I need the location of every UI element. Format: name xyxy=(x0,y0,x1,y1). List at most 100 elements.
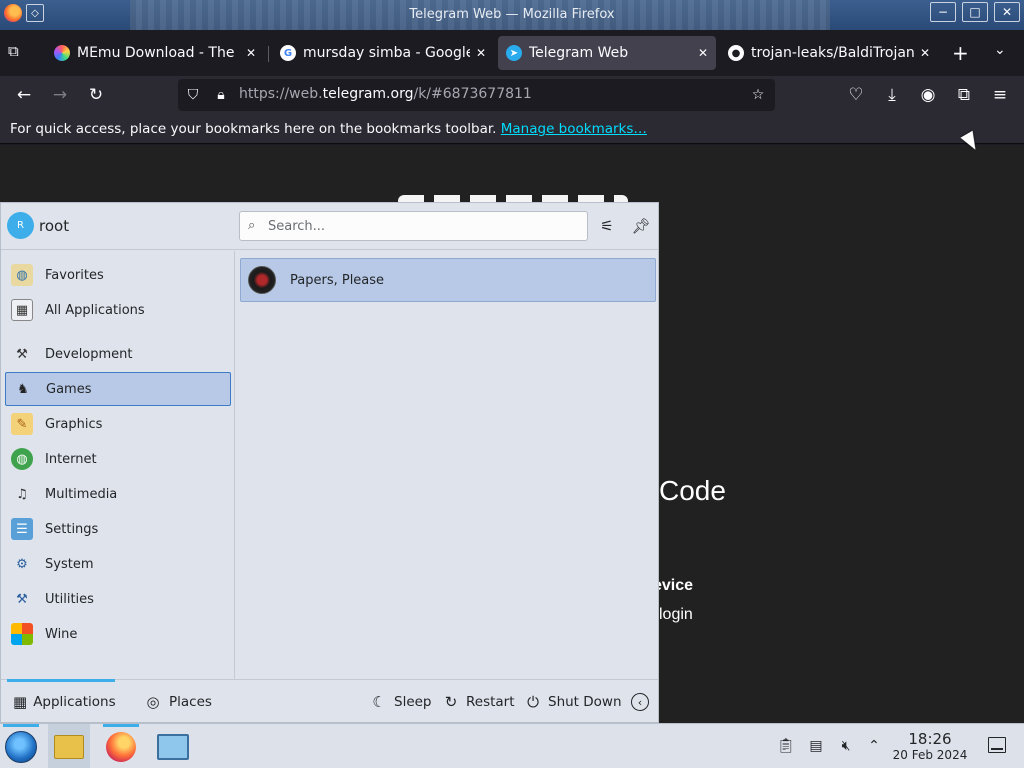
search-input[interactable] xyxy=(268,216,578,236)
utilities-icon: ⚒ xyxy=(16,591,28,607)
restart-icon: ↻ xyxy=(444,693,458,711)
firefox-view-button[interactable]: ⧉ xyxy=(8,42,30,64)
bookmarks-hint-text: For quick access, place your bookmarks h… xyxy=(10,121,497,137)
bookmark-star-icon[interactable]: ☆ xyxy=(749,86,767,104)
volume-muted-icon[interactable]: 🔇︎ xyxy=(836,736,856,756)
internet-icon: ◍ xyxy=(11,448,33,470)
tab-places[interactable]: ◎ Places xyxy=(143,680,211,724)
category-graphics[interactable]: ✎ Graphics xyxy=(5,407,231,441)
restart-button[interactable]: ↻ Restart xyxy=(441,680,515,724)
tab-close-icon[interactable]: ✕ xyxy=(698,46,708,60)
category-all-applications[interactable]: ▦ All Applications xyxy=(5,293,231,327)
lock-icon[interactable]: 🔒︎ xyxy=(212,86,230,104)
tracking-protection-shield-icon[interactable]: ⛉ xyxy=(184,86,202,104)
pocket-icon[interactable]: ♡ xyxy=(845,84,867,106)
category-games[interactable]: ♞ Games xyxy=(5,372,231,406)
telegram-instruction-device: evice xyxy=(653,577,694,594)
url-bar[interactable]: ⛉ 🔒︎ https://web.telegram.org/k/#6873677… xyxy=(178,79,775,111)
tab-memu[interactable]: MEmu Download - The Be ✕ xyxy=(46,36,264,70)
tab-close-icon[interactable]: ✕ xyxy=(920,46,930,60)
back-button[interactable]: ← xyxy=(13,84,35,106)
launcher-search[interactable]: ⌕ xyxy=(239,211,588,241)
clipboard-icon[interactable]: 📋︎ xyxy=(776,736,796,756)
multimedia-icon: ♫ xyxy=(16,486,28,502)
url-text[interactable]: https://web.telegram.org/k/#6873677811 xyxy=(239,86,532,102)
launcher-footer: ▦ Applications ◎ Places ☾ Sleep ↻ Restar… xyxy=(1,679,658,723)
tab-applications[interactable]: ▦ Applications xyxy=(1,679,116,724)
extensions-puzzle-icon[interactable]: ⧉ xyxy=(953,84,975,106)
tab-label: Telegram Web xyxy=(529,45,629,61)
tab-label: mursday simba - Google xyxy=(303,45,470,61)
telegram-instruction-login: login xyxy=(659,606,693,623)
forward-button[interactable]: → xyxy=(49,84,71,106)
reload-button[interactable]: ↻ xyxy=(85,84,107,106)
papers-please-icon xyxy=(248,266,276,294)
window-title: Telegram Web — Mozilla Firefox xyxy=(409,7,615,22)
folder-icon xyxy=(54,734,84,759)
memu-icon xyxy=(54,45,70,61)
tab-close-icon[interactable]: ✕ xyxy=(246,46,256,60)
leave-menu-chevron-icon[interactable]: ‹ xyxy=(631,693,649,711)
user-name[interactable]: root xyxy=(39,217,69,235)
show-desktop-icon[interactable] xyxy=(988,737,1006,753)
wine-icon xyxy=(11,623,33,645)
system-icon: ⚙ xyxy=(16,556,28,572)
category-label: All Applications xyxy=(45,302,145,318)
sleep-button[interactable]: ☾ Sleep xyxy=(369,680,432,724)
shutdown-button[interactable]: ⏻ Shut Down xyxy=(523,680,621,724)
category-development[interactable]: ⚒ Development xyxy=(5,337,231,371)
bookmarks-toolbar: For quick access, place your bookmarks h… xyxy=(0,114,1024,144)
power-icon: ⏻ xyxy=(527,693,539,711)
tab-applications-label: Applications xyxy=(33,694,116,710)
taskbar-file-manager[interactable] xyxy=(48,724,90,768)
user-avatar[interactable]: R xyxy=(7,212,34,239)
tab-github[interactable]: ● trojan-leaks/BaldiTrojan- ✕ xyxy=(720,36,938,70)
launcher-header: R root ⌕ ⚟ 📌︎ xyxy=(1,203,658,250)
compass-icon: ◎ xyxy=(146,693,160,711)
category-label: Utilities xyxy=(45,591,94,607)
google-icon: G xyxy=(280,45,296,61)
sleep-moon-icon: ☾ xyxy=(372,693,386,711)
category-list: ◍ Favorites ▦ All Applications ⚒ Develop… xyxy=(1,251,235,679)
category-favorites[interactable]: ◍ Favorites xyxy=(5,258,231,292)
app-item-papers-please[interactable]: Papers, Please xyxy=(240,258,656,302)
close-window-button[interactable]: ✕ xyxy=(994,2,1020,22)
tab-google[interactable]: G mursday simba - Google ✕ xyxy=(272,36,494,70)
category-internet[interactable]: ◍ Internet xyxy=(5,442,231,476)
category-utilities[interactable]: ⚒ Utilities xyxy=(5,582,231,616)
pin-icon[interactable]: 📌︎ xyxy=(629,214,653,238)
maximize-button[interactable]: □ xyxy=(962,2,988,22)
notes-icon[interactable]: ▤ xyxy=(806,736,826,756)
configure-sliders-icon[interactable]: ⚟ xyxy=(595,214,619,238)
list-all-tabs-button[interactable]: ⌄ xyxy=(994,42,1006,58)
manage-bookmarks-link[interactable]: Manage bookmarks… xyxy=(501,121,647,137)
category-multimedia[interactable]: ♫ Multimedia xyxy=(5,477,231,511)
app-label: Papers, Please xyxy=(290,272,385,288)
tray-expand-chevron-icon[interactable]: ⌃ xyxy=(864,736,884,756)
downloads-icon[interactable]: ⤓ xyxy=(881,84,903,106)
taskbar-firefox[interactable] xyxy=(100,724,142,768)
start-menu-button[interactable] xyxy=(0,724,42,768)
minimize-button[interactable]: − xyxy=(930,2,956,22)
hamburger-menu-icon[interactable]: ≡ xyxy=(989,84,1011,106)
category-settings[interactable]: ☰ Settings xyxy=(5,512,231,546)
category-system[interactable]: ⚙ System xyxy=(5,547,231,581)
category-label: Games xyxy=(46,381,92,397)
category-wine[interactable]: Wine xyxy=(5,617,231,651)
account-icon[interactable]: ◉ xyxy=(917,84,939,106)
window-titlebar: ◇ Telegram Web — Mozilla Firefox − □ ✕ xyxy=(0,0,1024,30)
tab-label: MEmu Download - The Be xyxy=(77,45,240,61)
start-orb-icon xyxy=(5,730,37,763)
tab-telegram[interactable]: ➤ Telegram Web ✕ xyxy=(498,36,716,70)
sleep-label: Sleep xyxy=(394,694,432,710)
taskbar-system-settings[interactable] xyxy=(152,724,194,768)
tab-label: trojan-leaks/BaldiTrojan- xyxy=(751,45,914,61)
category-label: Wine xyxy=(45,626,78,642)
taskbar: 📋︎ ▤ 🔇︎ ⌃ 18:26 20 Feb 2024 xyxy=(0,723,1024,768)
category-label: Graphics xyxy=(45,416,103,432)
applications-grid-icon: ▦ xyxy=(13,693,28,711)
category-label: Settings xyxy=(45,521,99,537)
new-tab-button[interactable]: + xyxy=(952,42,969,64)
digital-clock[interactable]: 18:26 20 Feb 2024 xyxy=(890,730,970,762)
tab-close-icon[interactable]: ✕ xyxy=(476,46,486,60)
